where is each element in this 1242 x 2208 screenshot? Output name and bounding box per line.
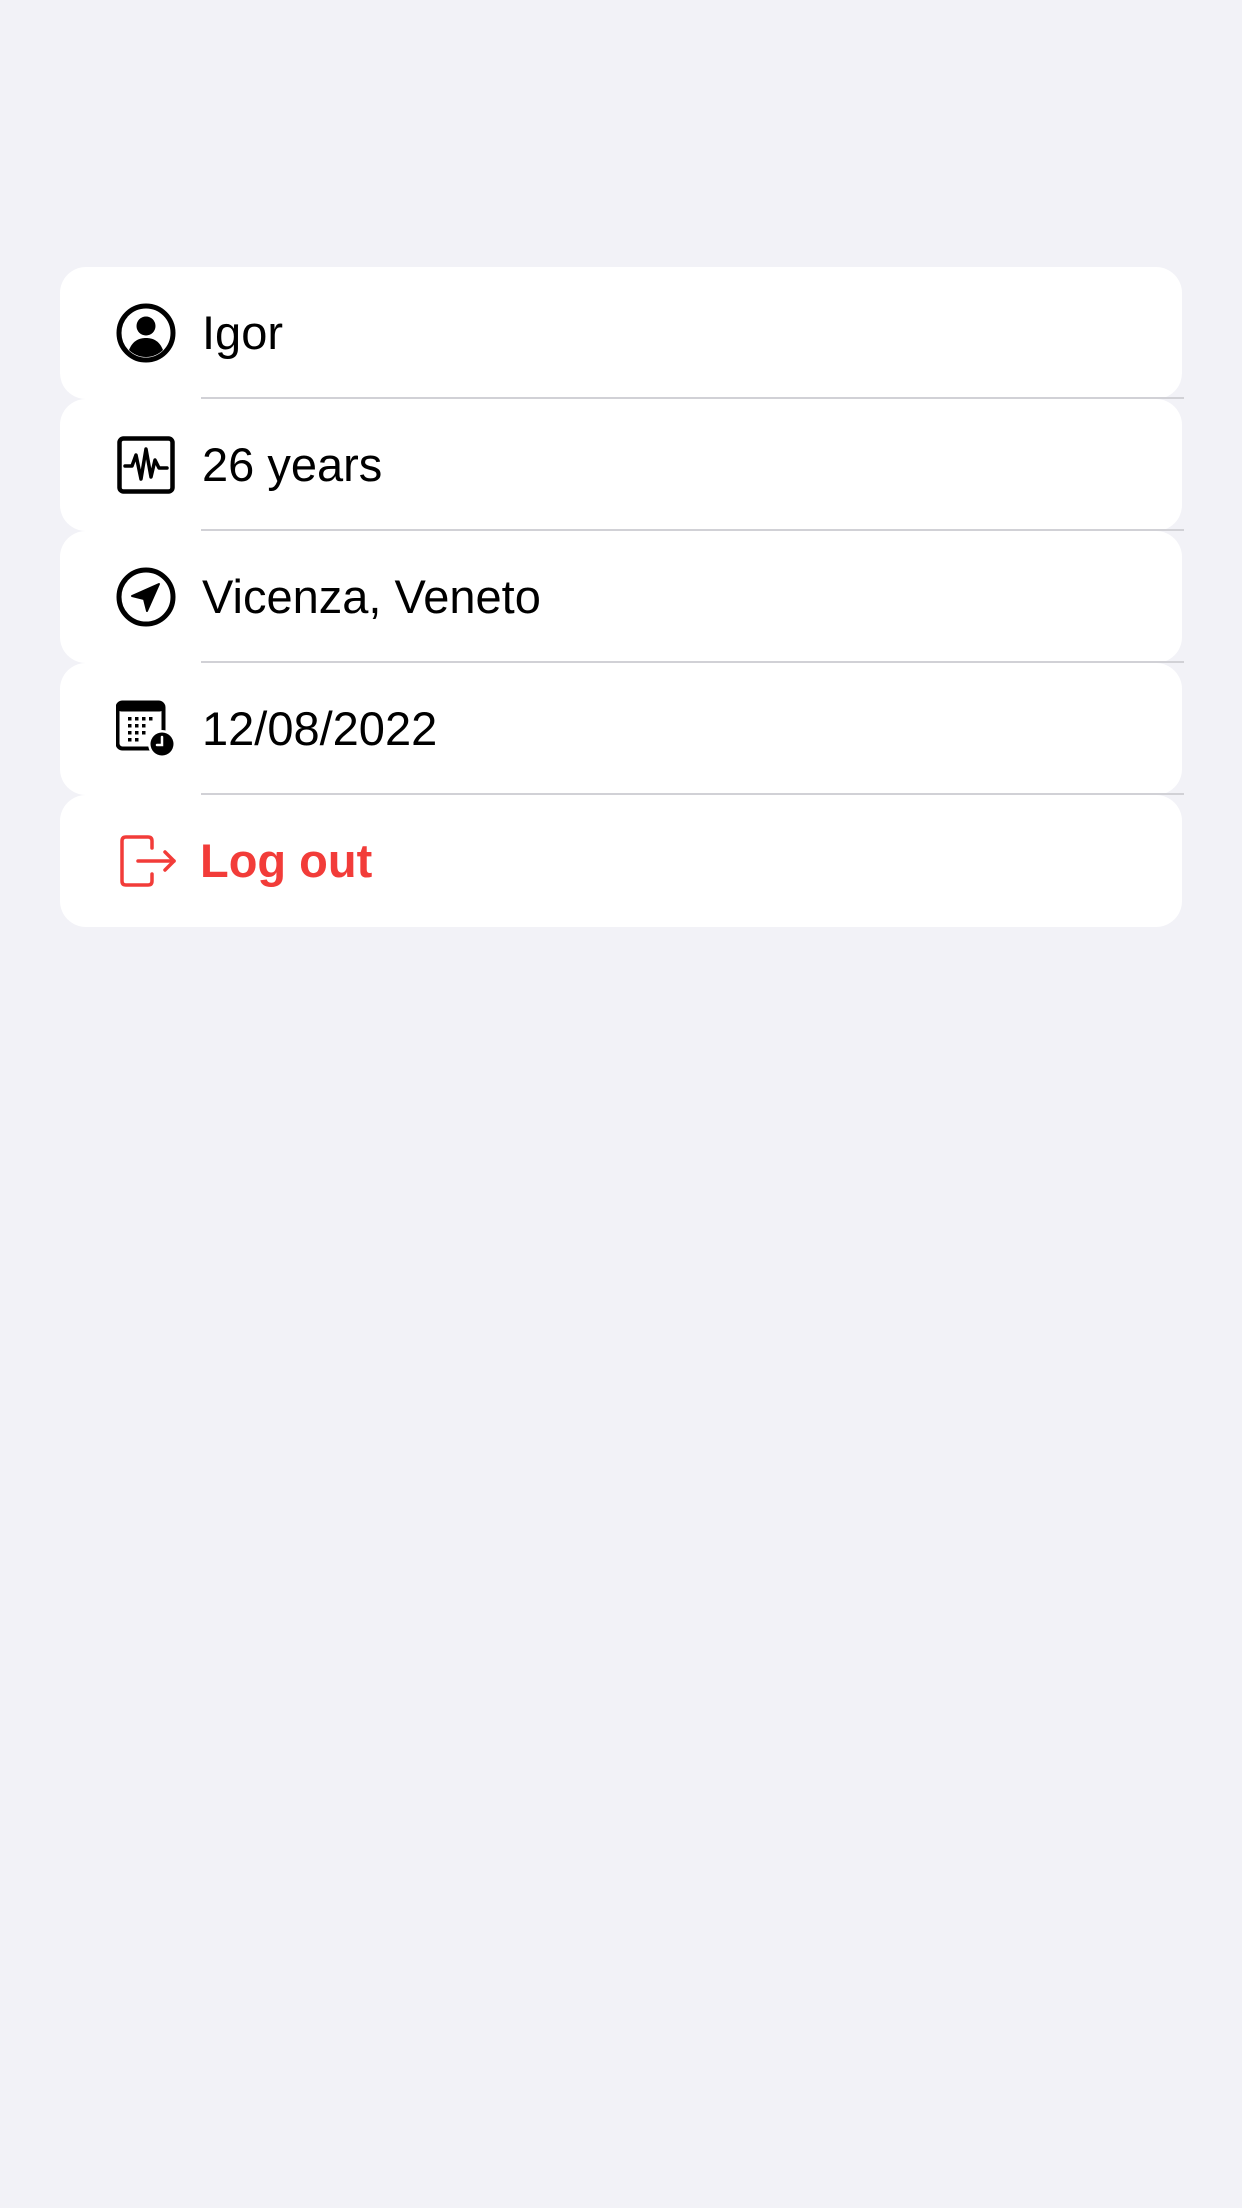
row-date[interactable]: 12/08/2022 [60,663,1184,795]
row-name[interactable]: Igor [60,267,1184,399]
logout-button[interactable]: Log out [60,795,1182,927]
waveform-monitor-icon [116,435,176,495]
name-value: Igor [202,306,283,359]
logout-label: Log out [200,834,373,887]
logout-arrow-icon [116,831,176,891]
age-value: 26 years [202,438,383,491]
row-location[interactable]: Vicenza, Veneto [60,531,1184,663]
row-age[interactable]: 26 years [60,399,1184,531]
profile-settings-list: Igor 26 years Vicenza, Veneto 12/08/2022… [60,267,1184,927]
date-value: 12/08/2022 [202,702,438,755]
location-arrow-icon [116,567,176,627]
location-value: Vicenza, Veneto [202,570,541,623]
person-circle-icon [116,303,176,363]
calendar-clock-icon [116,699,176,759]
